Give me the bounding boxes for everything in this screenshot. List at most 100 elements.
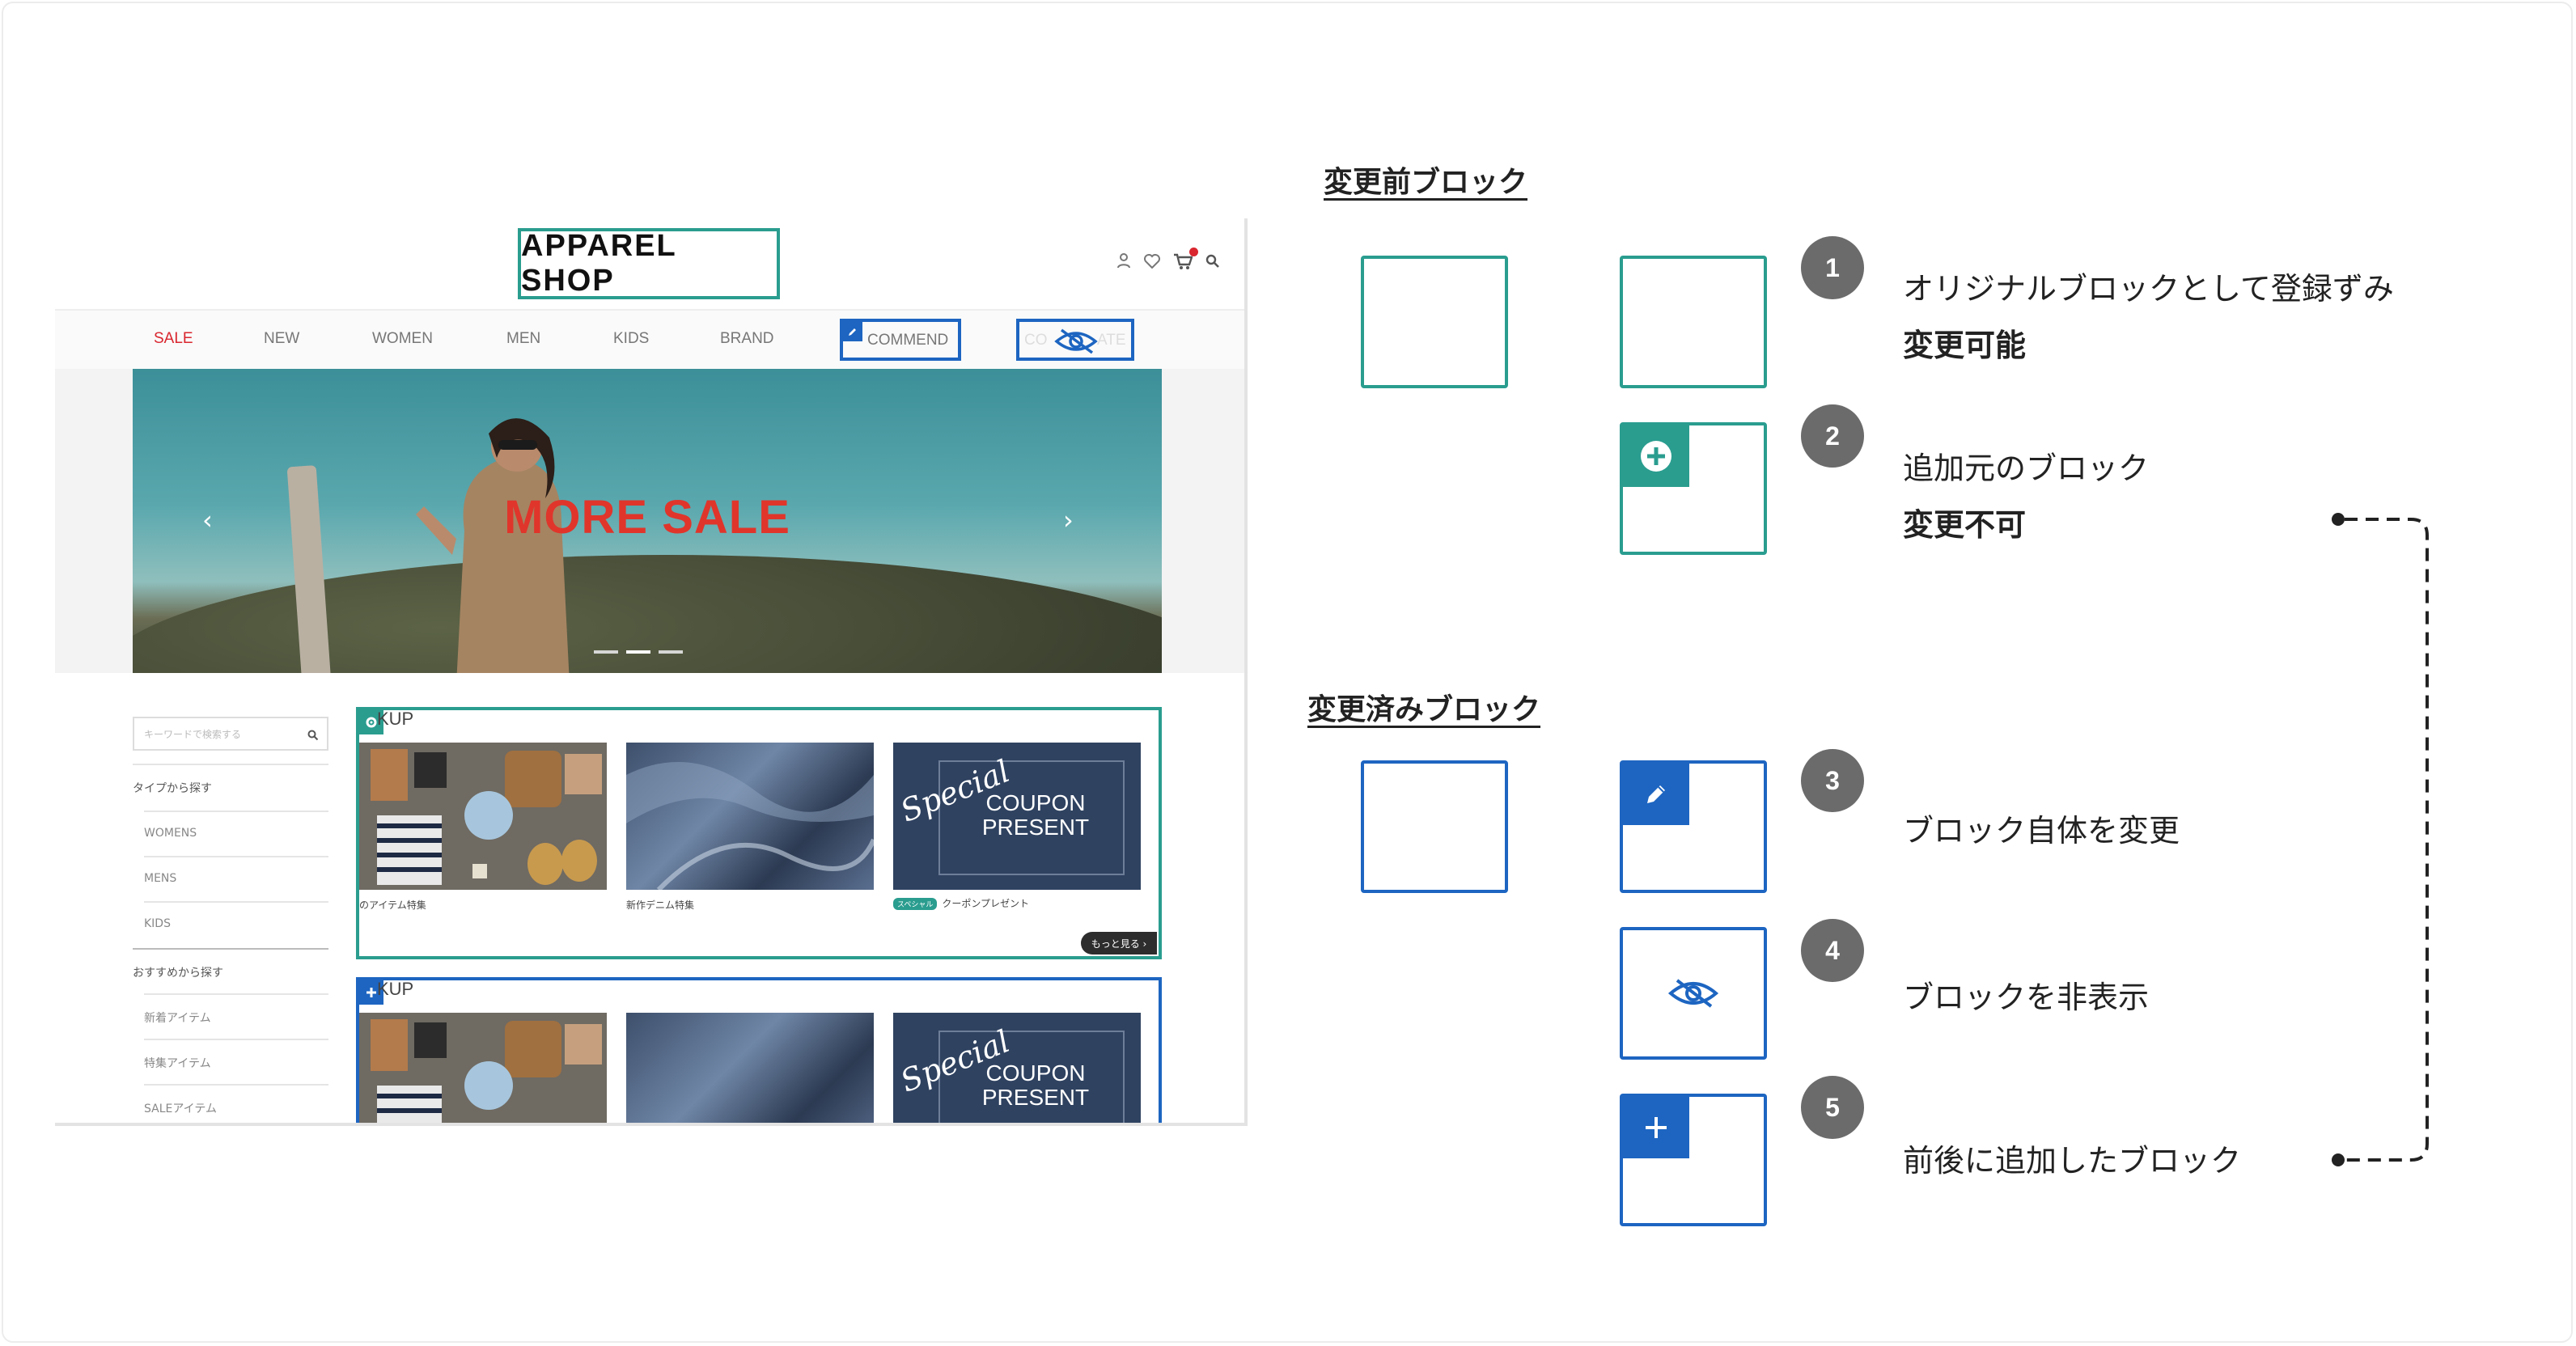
coupon-text: COUPON PRESENT [963, 1061, 1108, 1110]
nav-brand[interactable]: BRAND [720, 330, 774, 348]
logo-block[interactable]: APPAREL SHOP [518, 228, 780, 299]
legend-desc: オリジナルブロックとして登録ずみ [1903, 271, 2394, 307]
eye-slash-icon [1054, 328, 1098, 354]
coupon-line-2: PRESENT [981, 815, 1090, 840]
legend-desc: ブロックを非表示 [1903, 980, 2150, 1015]
tile-coupon[interactable]: Special COUPON PRESENT [893, 1013, 1141, 1123]
sidebar-item-label: SALEアイテム [144, 1103, 217, 1115]
coupon-line-1: COUPON [985, 790, 1086, 815]
search-icon[interactable] [1205, 254, 1220, 269]
sidebar-item-mens[interactable]: MENS [144, 856, 328, 903]
legend-number: 5 [1801, 1076, 1864, 1139]
search-icon[interactable] [307, 730, 319, 741]
heart-icon[interactable] [1144, 254, 1160, 269]
edit-icon [843, 322, 862, 341]
pickup-title: KUP [377, 979, 414, 999]
eye-slash-icon [1667, 979, 1719, 1008]
pencil-icon [1647, 785, 1665, 803]
sidebar-item-womens[interactable]: WOMENS [144, 811, 328, 857]
sidebar-rec-heading: おすすめから探す [133, 948, 328, 995]
cart-icon[interactable] [1173, 252, 1193, 270]
legend-number: 2 [1801, 404, 1864, 468]
more-button[interactable]: もっと見る › [1081, 932, 1157, 954]
legend-box-changed [1620, 760, 1767, 893]
hero-banner[interactable]: MORE SALE ‹ › [133, 369, 1162, 673]
tile-coupon[interactable]: Special COUPON PRESENT [893, 743, 1141, 890]
nav-women[interactable]: WOMEN [372, 330, 433, 348]
pickup-block-added[interactable]: KUP Special COUPON PRESENT [356, 977, 1162, 1123]
hero-dot-active[interactable] [626, 650, 650, 654]
legend-corner [1623, 1097, 1689, 1158]
sidebar-item-feature[interactable]: 特集アイテム [144, 1039, 328, 1086]
hero-hill [133, 555, 1162, 673]
nav-sale[interactable]: SALE [154, 330, 193, 348]
legend-before-box [1361, 256, 1508, 388]
legend-corner [1623, 425, 1689, 487]
hero-dot[interactable] [594, 650, 618, 654]
sidebar-item-label: WOMENS [144, 827, 197, 840]
search-placeholder: キーワードで検索する [144, 729, 242, 740]
legend-desc: ブロック自体を変更 [1903, 813, 2180, 849]
sidebar-item-new[interactable]: 新着アイテム [144, 993, 328, 1040]
caption-denim[interactable]: 新作デニム特集 [626, 898, 694, 912]
sidebar-item-label: 新着アイテム [144, 1012, 211, 1025]
coupon-line-1: COUPON [985, 1060, 1086, 1086]
legend-center [1623, 930, 1764, 1056]
hero-right-gutter [1162, 369, 1244, 673]
caption-items[interactable]: のアイテム特集 [359, 898, 426, 912]
sidebar-item-label: 特集アイテム [144, 1057, 211, 1070]
legend-desc-strong: 変更不可 [1903, 507, 2027, 543]
sidebar-heading-label: おすすめから探す [133, 967, 223, 980]
tile-items-photo[interactable] [359, 1013, 607, 1123]
hero-left-gutter [55, 369, 133, 673]
legend-box-source [1620, 422, 1767, 555]
denim-image [626, 762, 874, 890]
items-flatlay-image [371, 1019, 602, 1123]
hero-pagination[interactable] [594, 650, 691, 654]
nav-hidden-label-a: CO [1024, 332, 1048, 349]
legend-box-original [1620, 256, 1767, 388]
special-tag: スペシャル [893, 898, 938, 910]
hero-next-arrow[interactable]: › [1063, 505, 1074, 535]
plus-icon [1646, 1117, 1667, 1138]
legend-box-hidden [1620, 927, 1767, 1060]
hero-dot[interactable] [659, 650, 683, 654]
nav-hidden-block[interactable]: CO ATE [1016, 319, 1134, 361]
items-flatlay-image [371, 749, 602, 885]
pickup-title: KUP [377, 709, 414, 729]
sidebar-item-sale[interactable]: SALEアイテム [144, 1084, 328, 1123]
legend-desc: 前後に追加したブロック [1903, 1143, 2242, 1179]
sidebar-item-kids[interactable]: KIDS [144, 901, 328, 948]
nav-new[interactable]: NEW [264, 330, 299, 348]
sidebar-search-input[interactable]: キーワードで検索する [133, 717, 328, 751]
caption-coupon: クーポンプレゼント [942, 898, 1030, 909]
nav-hidden-label-b: ATE [1097, 332, 1126, 349]
sidebar-item-label: MENS [144, 872, 177, 885]
sidebar-heading-label: タイプから探す [133, 782, 212, 795]
nav-recommend-block[interactable]: COMMEND [840, 319, 961, 361]
legend-number: 1 [1801, 236, 1864, 299]
caption-coupon-wrap[interactable]: スペシャル クーポンプレゼント [893, 896, 1029, 910]
coupon-line-2: PRESENT [981, 1085, 1090, 1110]
before-heading: 変更前ブロック [1324, 166, 1528, 199]
tile-denim-photo[interactable] [626, 1013, 874, 1123]
legend-bracket [2332, 513, 2429, 1166]
after-heading: 変更済みブロック [1307, 693, 1541, 726]
pickup-block-original[interactable]: KUP Special COUPON PRESENT のアイテム特集 新作デニム… [356, 707, 1162, 959]
shop-preview: APPAREL SHOP SALE NEW WOMEN MEN KIDS BRA… [55, 218, 1248, 1126]
plus-circle-icon [1641, 441, 1671, 472]
main-nav: SALE NEW WOMEN MEN KIDS BRAND COMMEND CO… [55, 309, 1244, 369]
legend-number: 4 [1801, 919, 1864, 982]
hero-headline: MORE SALE [504, 491, 790, 544]
tile-items-photo[interactable] [359, 743, 607, 890]
legend-number: 3 [1801, 749, 1864, 812]
cart-count-dot [1189, 248, 1198, 256]
nav-kids[interactable]: KIDS [613, 330, 649, 348]
shop-logo: APPAREL SHOP [521, 229, 677, 298]
tile-denim-photo[interactable] [626, 743, 874, 890]
hero-prev-arrow[interactable]: ‹ [202, 505, 213, 535]
legend-box-added [1620, 1094, 1767, 1226]
sidebar-type-heading: タイプから探す [133, 764, 328, 811]
nav-men[interactable]: MEN [506, 330, 540, 348]
user-icon[interactable] [1116, 252, 1131, 269]
